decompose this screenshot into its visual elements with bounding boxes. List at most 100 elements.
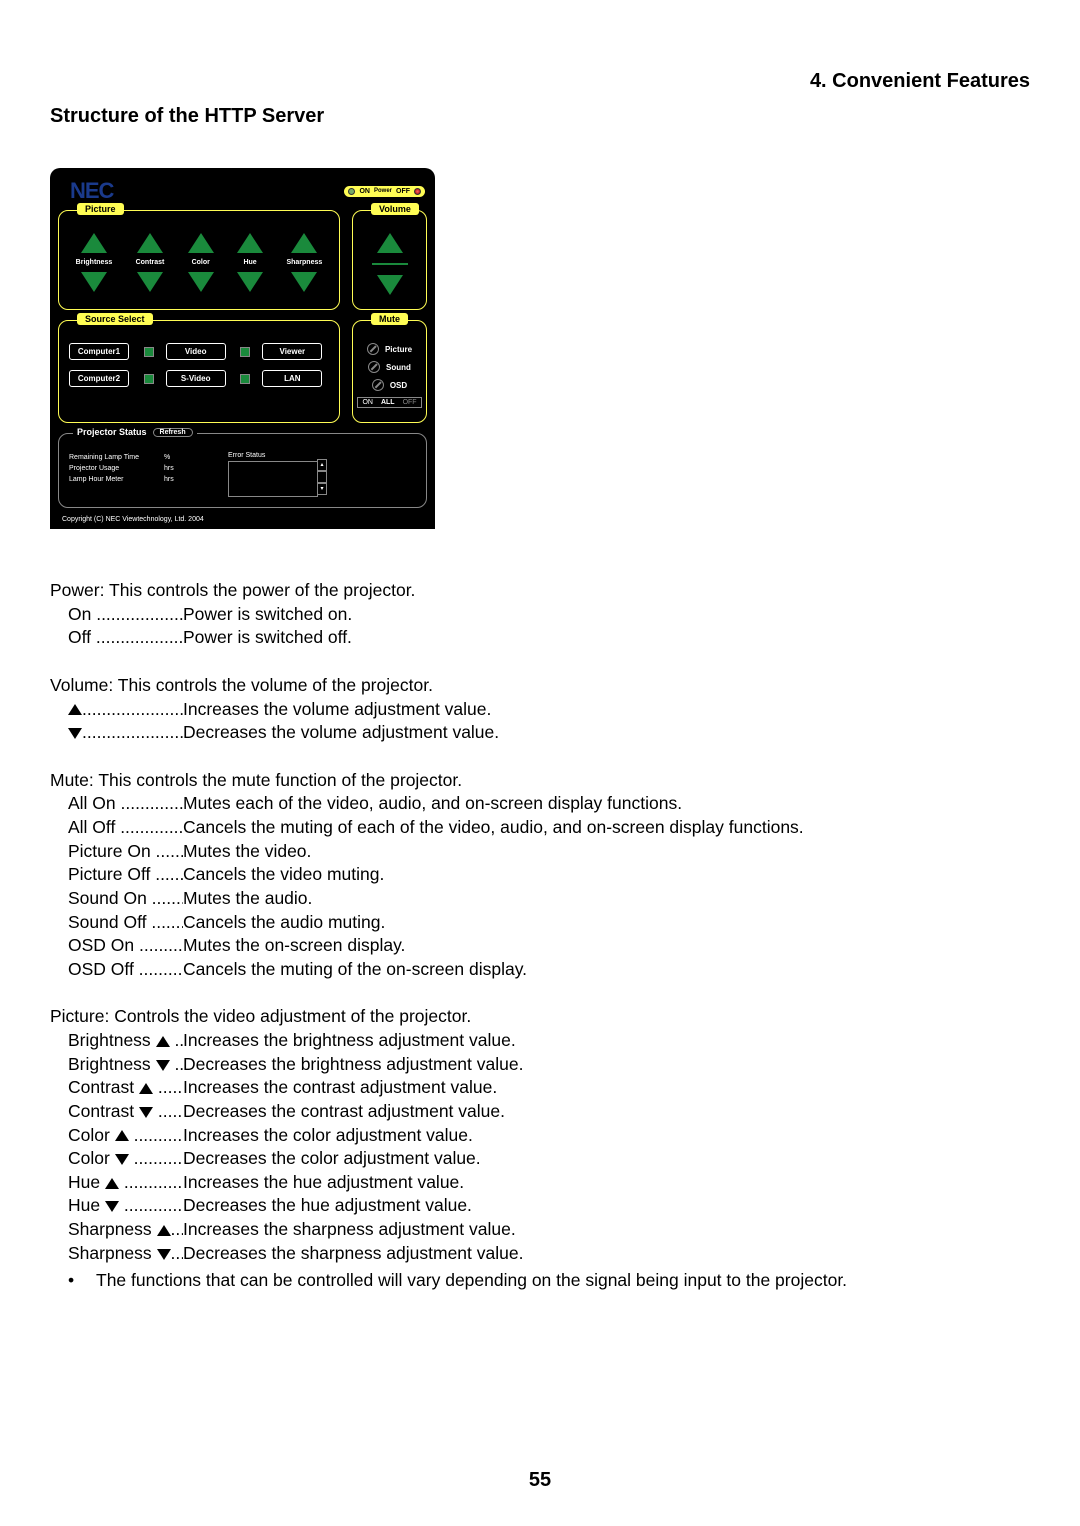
term: Contrast ...... bbox=[68, 1076, 183, 1100]
source-indicator-icon bbox=[144, 374, 154, 384]
hue-up-icon[interactable] bbox=[237, 233, 263, 253]
desc: Mutes the audio. bbox=[183, 887, 1030, 911]
desc: Mutes the video. bbox=[183, 840, 1030, 864]
picture-head: Picture: Controls the video adjustment o… bbox=[50, 1005, 1030, 1029]
mute-sound-label: Sound bbox=[386, 363, 411, 372]
mute-all-off: OFF bbox=[401, 399, 419, 406]
remaining-lamp-unit: % bbox=[164, 452, 188, 463]
term: OSD Off .......... bbox=[68, 958, 183, 982]
triangle-up-icon bbox=[157, 1225, 171, 1236]
source-lan-button[interactable]: LAN bbox=[262, 370, 322, 387]
scroll-down-icon[interactable]: ▾ bbox=[317, 483, 327, 495]
desc: Decreases the brightness adjustment valu… bbox=[183, 1053, 1030, 1077]
power-on-label: ON bbox=[359, 188, 370, 195]
volume-group-label: Volume bbox=[371, 203, 419, 215]
bullet-icon: • bbox=[68, 1269, 96, 1293]
status-metrics: Remaining Lamp Time% Projector Usagehrs … bbox=[69, 452, 188, 497]
contrast-down-icon[interactable] bbox=[137, 272, 163, 292]
source-viewer-button[interactable]: Viewer bbox=[262, 343, 322, 360]
chapter-heading: 4. Convenient Features bbox=[50, 70, 1030, 93]
source-select-group: Source Select Computer1 Video Viewer Com… bbox=[58, 320, 340, 423]
brightness-down-icon[interactable] bbox=[81, 272, 107, 292]
error-scrollbar[interactable]: ▴▾ bbox=[317, 459, 327, 495]
desc: Increases the hue adjustment value. bbox=[183, 1171, 1030, 1195]
desc: Cancels the video muting. bbox=[183, 863, 1030, 887]
source-video-button[interactable]: Video bbox=[166, 343, 226, 360]
mute-description: Mute: This controls the mute function of… bbox=[50, 769, 1030, 982]
term: Picture On ....... bbox=[68, 840, 183, 864]
projector-usage-label: Projector Usage bbox=[69, 463, 164, 474]
volume-description: Volume: This controls the volume of the … bbox=[50, 674, 1030, 745]
projector-status-label: Projector Status bbox=[77, 427, 147, 437]
refresh-button[interactable]: Refresh bbox=[153, 428, 193, 437]
mute-picture-label: Picture bbox=[385, 345, 412, 354]
nec-logo: NEC bbox=[62, 178, 113, 204]
brightness-label: Brightness bbox=[76, 259, 113, 266]
desc: Cancels the muting of the on-screen disp… bbox=[183, 958, 1030, 982]
desc: Power is switched on. bbox=[183, 603, 1030, 627]
http-server-ui-screenshot: NEC ON Power OFF Picture Brightness bbox=[50, 168, 435, 529]
desc: Decreases the sharpness adjustment value… bbox=[183, 1242, 1030, 1266]
power-control[interactable]: ON Power OFF bbox=[344, 186, 425, 197]
term: Brightness ... bbox=[68, 1053, 183, 1077]
contrast-up-icon[interactable] bbox=[137, 233, 163, 253]
error-status-box bbox=[228, 461, 318, 497]
volume-group: Volume bbox=[352, 210, 427, 310]
volume-down-icon[interactable] bbox=[377, 275, 403, 295]
source-indicator-icon bbox=[240, 374, 250, 384]
source-computer2-button[interactable]: Computer2 bbox=[69, 370, 129, 387]
power-description: Power: This controls the power of the pr… bbox=[50, 579, 1030, 650]
mute-sound-button[interactable]: Sound bbox=[368, 361, 411, 373]
source-computer1-button[interactable]: Computer1 bbox=[69, 343, 129, 360]
mute-picture-button[interactable]: Picture bbox=[367, 343, 412, 355]
term: ..................... bbox=[68, 721, 183, 745]
triangle-up-icon bbox=[68, 704, 82, 715]
source-indicator-icon bbox=[144, 347, 154, 357]
mute-all-label: ALL bbox=[379, 399, 397, 406]
volume-head: Volume: This controls the volume of the … bbox=[50, 674, 1030, 698]
mute-group-label: Mute bbox=[371, 313, 408, 325]
term: OSD On .......... bbox=[68, 934, 183, 958]
sharpness-up-icon[interactable] bbox=[291, 233, 317, 253]
desc: Increases the color adjustment value. bbox=[183, 1124, 1030, 1148]
desc: Increases the contrast adjustment value. bbox=[183, 1076, 1030, 1100]
sharpness-down-icon[interactable] bbox=[291, 272, 317, 292]
triangle-up-icon bbox=[139, 1083, 153, 1094]
mute-all-on: ON bbox=[360, 399, 375, 406]
term: Sharpness ... bbox=[68, 1242, 183, 1266]
dots: ..................... bbox=[82, 722, 183, 742]
color-adjust: Color bbox=[188, 233, 214, 292]
brightness-up-icon[interactable] bbox=[81, 233, 107, 253]
mute-osd-button[interactable]: OSD bbox=[372, 379, 407, 391]
desc: Cancels the audio muting. bbox=[183, 911, 1030, 935]
hue-down-icon[interactable] bbox=[237, 272, 263, 292]
mute-group: Mute Picture Sound OSD ON ALL OFF bbox=[352, 320, 427, 423]
picture-description: Picture: Controls the video adjustment o… bbox=[50, 1005, 1030, 1293]
lamp-hour-unit: hrs bbox=[164, 474, 188, 485]
section-heading: Structure of the HTTP Server bbox=[50, 105, 1030, 128]
error-status-label: Error Status bbox=[228, 452, 265, 459]
projector-status-group: Projector Status Refresh Remaining Lamp … bbox=[58, 433, 427, 508]
dots: ..................... bbox=[82, 699, 183, 719]
remaining-lamp-label: Remaining Lamp Time bbox=[69, 452, 164, 463]
page-number: 55 bbox=[0, 1469, 1080, 1492]
triangle-down-icon bbox=[115, 1154, 129, 1165]
contrast-label: Contrast bbox=[136, 259, 165, 266]
term: Sound Off ........ bbox=[68, 911, 183, 935]
term: All Off .............. bbox=[68, 816, 183, 840]
source-svideo-button[interactable]: S-Video bbox=[166, 370, 226, 387]
term: Brightness ... bbox=[68, 1029, 183, 1053]
volume-up-icon[interactable] bbox=[377, 233, 403, 253]
color-down-icon[interactable] bbox=[188, 272, 214, 292]
desc: Cancels the muting of each of the video,… bbox=[183, 816, 1030, 840]
desc: Increases the volume adjustment value. bbox=[183, 698, 1030, 722]
triangle-down-icon bbox=[157, 1249, 171, 1260]
color-up-icon[interactable] bbox=[188, 233, 214, 253]
mute-all-control[interactable]: ON ALL OFF bbox=[357, 397, 421, 408]
scroll-up-icon[interactable]: ▴ bbox=[317, 459, 327, 471]
term: Off ................... bbox=[68, 626, 183, 650]
desc: Mutes the on-screen display. bbox=[183, 934, 1030, 958]
source-indicator-icon bbox=[240, 347, 250, 357]
hue-label: Hue bbox=[243, 259, 256, 266]
triangle-down-icon bbox=[156, 1060, 170, 1071]
